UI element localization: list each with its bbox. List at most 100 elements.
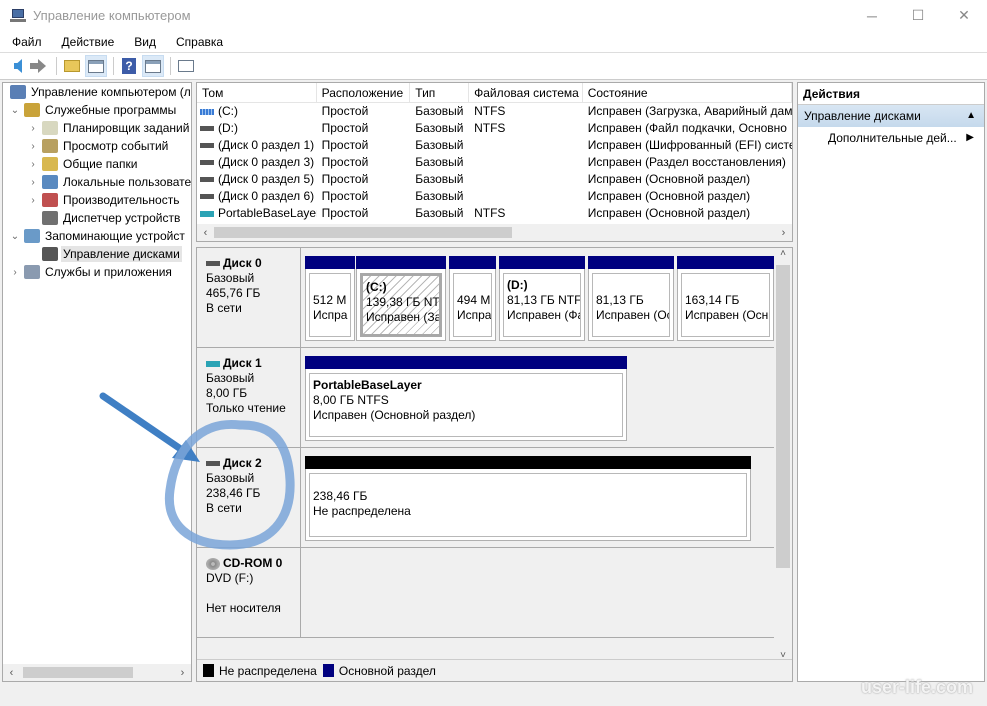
- disk-icon: [206, 461, 220, 466]
- volume-icon: [200, 160, 214, 165]
- volume-row[interactable]: (Диск 0 раздел 3) Простой Базовый Исправен …: [197, 154, 792, 171]
- minimize-button[interactable]: ─: [849, 0, 895, 31]
- column-header-status[interactable]: Состояние: [583, 83, 792, 102]
- cell-filesystem: [469, 188, 583, 205]
- volume-name: (Диск 0 раздел 5): [218, 172, 315, 186]
- show-hide-action-pane-button[interactable]: [142, 55, 164, 77]
- expand-chevron-icon[interactable]: ⌄: [9, 105, 21, 116]
- column-header-layout[interactable]: Расположение: [317, 83, 411, 102]
- partition[interactable]: 81,13 ГБ Исправен (Ос: [588, 256, 674, 341]
- column-header-type[interactable]: Тип: [410, 83, 470, 102]
- expand-chevron-icon[interactable]: ›: [27, 123, 39, 134]
- scroll-right-icon[interactable]: ›: [775, 227, 792, 239]
- volume-name: (C:): [218, 104, 238, 118]
- forward-button[interactable]: [28, 55, 50, 77]
- scroll-up-icon[interactable]: ˄: [774, 248, 792, 259]
- volume-row[interactable]: (Диск 0 раздел 5) Простой Базовый Исправен …: [197, 171, 792, 188]
- tree-item[interactable]: ⌄ Запоминающие устройст: [3, 227, 191, 245]
- unallocated-bar: [305, 456, 751, 469]
- properties-button[interactable]: [175, 55, 197, 77]
- volume-list-horizontal-scrollbar[interactable]: ‹ ›: [197, 224, 792, 241]
- performance-icon: [42, 193, 58, 207]
- disk-icon: [206, 360, 220, 367]
- volume-list-header: Том Расположение Тип Файловая система Со…: [197, 83, 792, 103]
- help-button[interactable]: ?: [118, 55, 140, 77]
- tree-item[interactable]: ⌄ Служебные программы: [3, 101, 191, 119]
- tree-item[interactable]: › Просмотр событий: [3, 137, 191, 155]
- column-header-volume[interactable]: Том: [197, 83, 317, 102]
- partition-size: 238,46 ГБ: [313, 489, 368, 503]
- partition-status: Исправен (Осн: [685, 308, 769, 322]
- disk-info[interactable]: Диск 2 Базовый 238,46 ГБ В сети: [197, 448, 301, 548]
- back-button[interactable]: [4, 55, 26, 77]
- disk-partitions: 238,46 ГБ Не распределена: [301, 448, 774, 548]
- partition[interactable]: (D:)81,13 ГБ NTFSИсправен (Фа: [499, 256, 585, 341]
- cell-type: Базовый: [415, 206, 464, 220]
- collapse-icon[interactable]: ▲: [966, 105, 976, 127]
- partition[interactable]: 494 М Испра: [449, 256, 496, 341]
- menu-action[interactable]: Действие: [50, 35, 123, 49]
- volume-row[interactable]: (Диск 0 раздел 1) Простой Базовый Исправен …: [197, 137, 792, 154]
- partition[interactable]: PortableBaseLayer 8,00 ГБ NTFS Исправен (О…: [305, 356, 627, 441]
- partition[interactable]: 163,14 ГБ Исправен (Осн: [677, 256, 774, 341]
- expand-chevron-icon[interactable]: ›: [27, 159, 39, 170]
- tree-item[interactable]: › Службы и приложения: [3, 263, 191, 281]
- menu-help[interactable]: Справка: [164, 35, 231, 49]
- partition[interactable]: (C:)139,38 ГБ NTFSИсправен (Заг: [356, 256, 446, 341]
- volume-row[interactable]: (C:) Простой Базовый NTFS Исправен (Загрузка…: [197, 103, 792, 120]
- scroll-left-icon[interactable]: ‹: [3, 667, 20, 679]
- tree-root[interactable]: Управление компьютером (л: [3, 83, 191, 101]
- volume-row[interactable]: (Диск 0 раздел 6) Простой Базовый Исправен …: [197, 188, 792, 205]
- partition-size: 494 М: [457, 293, 491, 307]
- show-hide-tree-button[interactable]: [85, 55, 107, 77]
- maximize-button[interactable]: ☐: [895, 0, 941, 31]
- scrollbar-thumb[interactable]: [23, 667, 133, 678]
- tree-item[interactable]: Управление дисками: [3, 245, 191, 263]
- expand-chevron-icon[interactable]: ›: [27, 195, 39, 206]
- tree-item-label: Управление дисками: [61, 246, 182, 262]
- legend-label-primary: Основной раздел: [338, 663, 436, 678]
- tree-item[interactable]: › Планировщик заданий: [3, 119, 191, 137]
- partition-size: 512 М: [313, 293, 347, 307]
- primary-partition-bar: [356, 256, 446, 269]
- menu-view[interactable]: Вид: [122, 35, 164, 49]
- cell-layout: Простой: [321, 172, 369, 186]
- menu-file[interactable]: Файл: [0, 35, 50, 49]
- tree-horizontal-scrollbar[interactable]: ‹ ›: [3, 664, 191, 681]
- disk-info[interactable]: Диск 1 Базовый 8,00 ГБ Только чтение: [197, 348, 301, 448]
- expand-chevron-icon[interactable]: ⌄: [9, 231, 21, 242]
- toolbar-separator: [113, 57, 114, 75]
- primary-partition-bar: [677, 256, 774, 269]
- disk-state: Только чтение: [206, 401, 286, 415]
- scrollbar-thumb[interactable]: [776, 265, 790, 568]
- volume-row[interactable]: PortableBaseLayer Простой Базовый NTFS Испра…: [197, 205, 792, 222]
- cell-status: Исправен (Основной раздел): [587, 189, 751, 203]
- actions-section-label: Управление дисками: [804, 109, 921, 123]
- expand-chevron-icon[interactable]: ›: [27, 141, 39, 152]
- legend-swatch-unallocated: [203, 664, 214, 677]
- close-button[interactable]: ✕: [941, 0, 987, 31]
- tree-item[interactable]: › Общие папки: [3, 155, 191, 173]
- column-header-filesystem[interactable]: Файловая система: [469, 83, 583, 102]
- tree-item[interactable]: › Производительность: [3, 191, 191, 209]
- scroll-right-icon[interactable]: ›: [174, 667, 191, 679]
- tree-item[interactable]: Диспетчер устройств: [3, 209, 191, 227]
- partition[interactable]: 238,46 ГБ Не распределена: [305, 456, 751, 541]
- disk-map-vertical-scrollbar[interactable]: ˄ ˅: [774, 248, 792, 661]
- action-more-actions[interactable]: Дополнительные дей... ▶: [798, 127, 984, 149]
- volume-row[interactable]: (D:) Простой Базовый NTFS Исправен (Файл под…: [197, 120, 792, 137]
- partition[interactable]: 512 М Испра: [305, 256, 355, 341]
- scroll-left-icon[interactable]: ‹: [197, 227, 214, 239]
- actions-section-disk-management[interactable]: Управление дисками ▲: [798, 105, 984, 127]
- expand-chevron-icon[interactable]: ›: [27, 177, 39, 188]
- up-one-level-button[interactable]: [61, 55, 83, 77]
- disk-info[interactable]: Диск 0 Базовый 465,76 ГБ В сети: [197, 248, 301, 348]
- tree-item[interactable]: › Локальные пользовате: [3, 173, 191, 191]
- tree-item-label: Общие папки: [63, 157, 138, 171]
- cell-volume: (C:): [197, 103, 317, 120]
- expand-chevron-icon[interactable]: ›: [9, 267, 21, 278]
- disk-info[interactable]: CD-ROM 0 DVD (F:) Нет носителя: [197, 548, 301, 638]
- disk-type: Базовый: [206, 471, 255, 485]
- disk-row: Диск 2 Базовый 238,46 ГБ В сети 238,46 ГБ Не …: [197, 448, 774, 548]
- scrollbar-thumb[interactable]: [214, 227, 512, 238]
